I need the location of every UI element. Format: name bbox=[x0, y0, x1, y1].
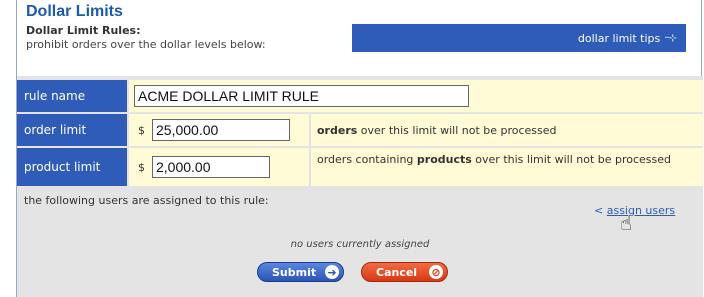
order-limit-label: order limit bbox=[17, 114, 127, 146]
order-limit-input[interactable] bbox=[152, 119, 290, 141]
order-limit-note: orders over this limit will not be proce… bbox=[311, 114, 703, 146]
arrow-right-icon: ➜ bbox=[325, 265, 339, 279]
product-limit-note: orders containing products over this lim… bbox=[311, 148, 703, 186]
no-entry-icon: ⊘ bbox=[429, 265, 443, 279]
section-subtitle: Dollar Limit Rules: bbox=[26, 24, 141, 37]
dollar-limit-tips-link[interactable]: dollar limit tips ··⊹ bbox=[352, 24, 686, 52]
product-limit-note-text: over this limit will not be processed bbox=[471, 153, 672, 166]
assign-prefix: < bbox=[594, 204, 607, 217]
submit-label: Submit bbox=[272, 265, 317, 279]
dollar-limit-form-panel: rule name order limit $ orders over this… bbox=[17, 76, 703, 297]
tips-label: dollar limit tips bbox=[577, 31, 661, 45]
product-limit-label: product limit bbox=[17, 148, 127, 186]
page-title: Dollar Limits bbox=[26, 3, 123, 20]
order-limit-currency: $ bbox=[138, 124, 145, 137]
product-limit-cell: $ bbox=[129, 148, 309, 186]
order-limit-cell: $ bbox=[129, 114, 309, 146]
product-limit-currency: $ bbox=[138, 161, 145, 174]
cancel-button[interactable]: Cancel ⊘ bbox=[361, 262, 448, 282]
rule-name-input[interactable] bbox=[134, 85, 469, 107]
order-limit-note-bold: orders bbox=[317, 123, 358, 137]
product-limit-input[interactable] bbox=[152, 156, 270, 178]
rule-name-label: rule name bbox=[17, 80, 127, 112]
assign-users-container: < assign users bbox=[594, 204, 675, 217]
no-users-message: no users currently assigned bbox=[290, 239, 430, 250]
assigned-users-label: the following users are assigned to this… bbox=[24, 194, 269, 207]
product-limit-note-pre: orders containing bbox=[317, 153, 417, 166]
cancel-label: Cancel bbox=[376, 265, 418, 279]
submit-button[interactable]: Submit ➜ bbox=[257, 262, 344, 282]
section-description: prohibit orders over the dollar levels b… bbox=[26, 38, 266, 51]
product-limit-note-bold: products bbox=[416, 153, 472, 166]
hand-cursor-icon: ☝ bbox=[620, 211, 633, 235]
order-limit-note-text: over this limit will not be processed bbox=[357, 123, 557, 137]
rule-name-cell bbox=[129, 80, 703, 112]
dots-arrow-icon: ··⊹ bbox=[664, 32, 677, 44]
assign-users-link[interactable]: assign users bbox=[607, 204, 675, 217]
